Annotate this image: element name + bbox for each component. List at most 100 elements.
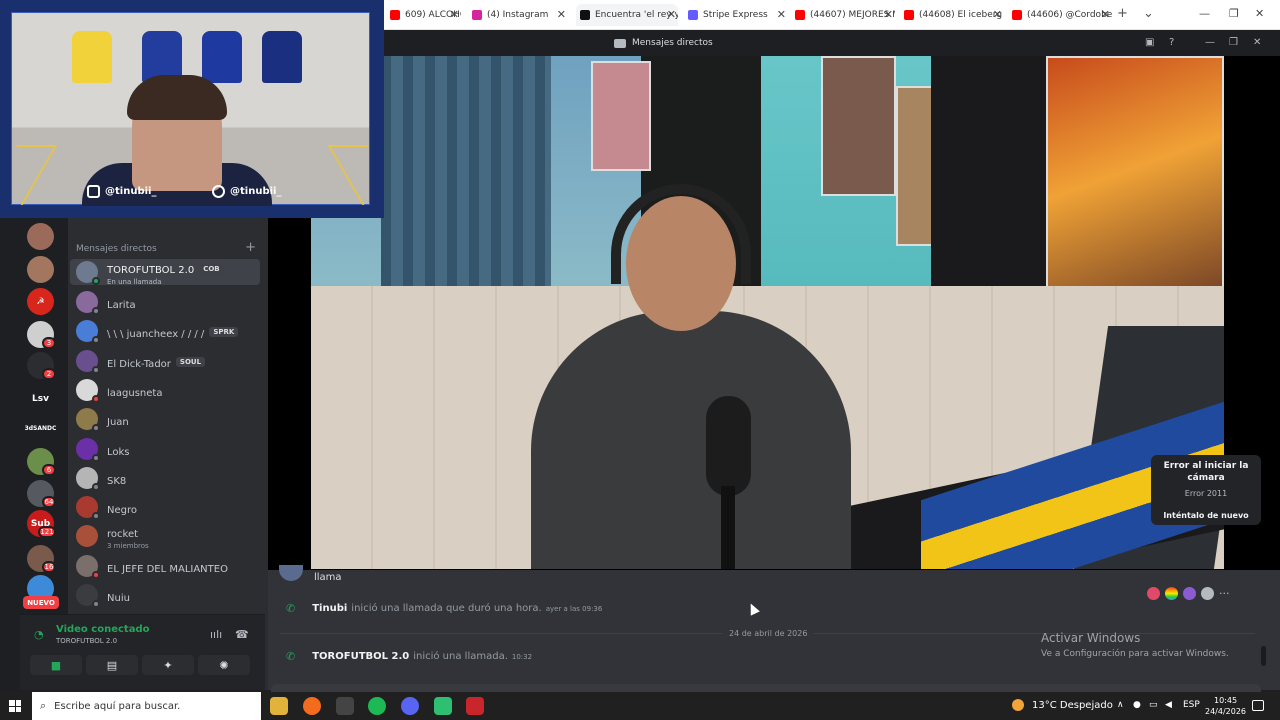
browser-tab[interactable]: (44606) @Cordobe ✕	[1008, 4, 1112, 26]
voice-channel[interactable]: TOROFUTBOL 2.0	[56, 637, 117, 645]
soundboard-button[interactable]: ✺	[198, 655, 250, 675]
server-icon[interactable]: 3dSANDC	[25, 415, 56, 442]
camera-retry-button[interactable]: Inténtalo de nuevo	[1151, 511, 1261, 520]
youtube-icon	[1012, 10, 1022, 20]
microphone-icon[interactable]: ●	[1133, 700, 1141, 710]
camera-button[interactable]: ■	[30, 655, 82, 675]
moon-icon	[1012, 699, 1024, 711]
call-user[interactable]: TOROFUTBOL 2.0	[312, 651, 409, 662]
server-icon[interactable]: ☭	[27, 288, 54, 315]
dm-item[interactable]: TOROFUTBOL 2.0 COB En una llamada	[70, 259, 260, 286]
dm-item[interactable]: Juan	[70, 406, 260, 432]
chat-scrollbar[interactable]	[1261, 646, 1266, 666]
dm-item[interactable]: EL JEFE DEL MALIANTEO	[70, 553, 260, 579]
spotify-icon[interactable]	[368, 697, 386, 715]
mention-badge: 64	[42, 496, 56, 508]
browser-tab[interactable]: (44607) MEJORES M ✕	[791, 4, 895, 26]
activities-button[interactable]: ✦	[142, 655, 194, 675]
reaction-emoji[interactable]	[1147, 586, 1160, 600]
dm-item[interactable]: laagusneta	[70, 377, 260, 403]
tab-close-icon[interactable]: ✕	[667, 8, 676, 21]
tiktok-handle: @tinubii_	[212, 185, 281, 198]
mention-badge: 16	[42, 561, 56, 573]
dm-item[interactable]: El Dick-Tador SOUL	[70, 348, 260, 374]
browser-tab-label: Encuentra 'el rey ya	[595, 10, 678, 20]
dm-name: EL JEFE DEL MALIANTEO	[107, 563, 228, 575]
reaction-emoji[interactable]	[1183, 586, 1196, 600]
browser-tab[interactable]: Stripe Express ✕	[684, 4, 788, 26]
server-icon[interactable]	[27, 256, 54, 283]
disconnect-icon[interactable]: ☎	[235, 628, 249, 641]
system-clock[interactable]: 10:45 24/4/2026	[1205, 695, 1246, 717]
dm-item[interactable]: Negro	[70, 494, 260, 520]
camera-error-code: Error 2011	[1184, 489, 1228, 498]
status-indicator	[92, 483, 100, 491]
jersey-shirt	[262, 31, 302, 83]
tab-list-button[interactable]: ⌄	[1143, 6, 1154, 21]
dm-text: Larita	[107, 293, 136, 312]
help-icon[interactable]: ?	[1169, 37, 1174, 48]
participant-video[interactable]	[311, 56, 1224, 569]
window-close-button[interactable]: ✕	[1253, 37, 1261, 48]
taskbar-search[interactable]: ⌕ Escribe aquí para buscar.	[32, 692, 261, 720]
dm-text: SK8	[107, 469, 126, 488]
language-indicator[interactable]: ESP	[1183, 700, 1200, 710]
tray-chevron-icon[interactable]: ∧	[1117, 700, 1124, 710]
facecam-overlay: @tinubii_ @tinubii_	[0, 0, 384, 218]
tab-close-icon[interactable]: ✕	[993, 8, 1002, 21]
signal-icon[interactable]: ◔	[34, 628, 44, 641]
dm-item[interactable]: Loks	[70, 436, 260, 462]
tab-close-icon[interactable]: ✕	[1101, 8, 1110, 21]
server-icon[interactable]	[27, 223, 54, 250]
status-indicator	[92, 454, 100, 462]
inbox-icon[interactable]: ▣	[1145, 37, 1154, 48]
dm-header: Mensajes directos	[76, 244, 157, 254]
dm-item[interactable]: Larita	[70, 289, 260, 315]
browser-tab[interactable]: 609) ALCOHOLI✕	[386, 4, 461, 26]
reaction-emoji[interactable]	[1165, 586, 1178, 600]
firefox-icon[interactable]	[303, 697, 321, 715]
browser-restore-button[interactable]: ❐	[1229, 7, 1239, 20]
discord-taskbar-icon[interactable]	[401, 697, 419, 715]
browser-minimize-button[interactable]: —	[1199, 7, 1210, 20]
window-maximize-button[interactable]: ❐	[1229, 37, 1238, 48]
noise-suppression-icon[interactable]: ıılı	[210, 628, 222, 641]
browser-tab[interactable]: (44608) El iceberg d ✕	[900, 4, 1004, 26]
file-explorer-icon[interactable]	[270, 697, 288, 715]
dm-item[interactable]: rocket 3 miembros	[70, 523, 260, 550]
call-user[interactable]: Tinubi	[312, 603, 347, 614]
guild-tag: COB	[199, 263, 224, 274]
weather-widget[interactable]: 13°C Despejado	[1012, 699, 1113, 711]
window-minimize-button[interactable]: —	[1205, 37, 1215, 48]
video-curtain	[381, 56, 551, 306]
camera-error-title: Error al iniciar la cámara	[1163, 461, 1249, 483]
whatsapp-icon[interactable]	[434, 697, 452, 715]
browser-close-button[interactable]: ✕	[1255, 7, 1264, 20]
voice-status[interactable]: Video conectado	[56, 624, 149, 635]
dm-text: Negro	[107, 498, 137, 517]
tab-close-icon[interactable]: ✕	[557, 8, 566, 21]
add-reaction-icon[interactable]	[1201, 586, 1214, 600]
app-icon[interactable]	[336, 697, 354, 715]
dm-text: Nuiu	[107, 586, 130, 605]
server-icon[interactable]: Lsv	[27, 385, 54, 412]
dm-item[interactable]: \ \ \ juancheex / / / / SPRK	[70, 318, 260, 344]
search-icon: ⌕	[40, 699, 47, 712]
message-input[interactable]	[271, 684, 1261, 692]
dm-item[interactable]: Nuiu	[70, 582, 260, 608]
screen-share-button[interactable]: ▤	[86, 655, 138, 675]
tab-close-icon[interactable]: ✕	[450, 8, 459, 21]
volume-icon[interactable]: ◀	[1165, 700, 1172, 710]
network-icon[interactable]: ▭	[1149, 700, 1158, 710]
new-tab-button[interactable]: +	[1117, 6, 1128, 21]
windows-start-icon[interactable]	[9, 700, 21, 712]
tab-close-icon[interactable]: ✕	[777, 8, 786, 21]
browser-tab[interactable]: Encuentra 'el rey ya ✕	[576, 4, 678, 26]
dm-item[interactable]: SK8	[70, 465, 260, 491]
browser-tab[interactable]: (4) Instagram ✕	[468, 4, 568, 26]
notification-icon[interactable]	[1252, 700, 1264, 711]
tab-close-icon[interactable]: ✕	[884, 8, 893, 21]
obs-icon[interactable]	[466, 697, 484, 715]
more-icon[interactable]: ···	[1219, 587, 1230, 600]
create-dm-button[interactable]: +	[245, 240, 256, 255]
